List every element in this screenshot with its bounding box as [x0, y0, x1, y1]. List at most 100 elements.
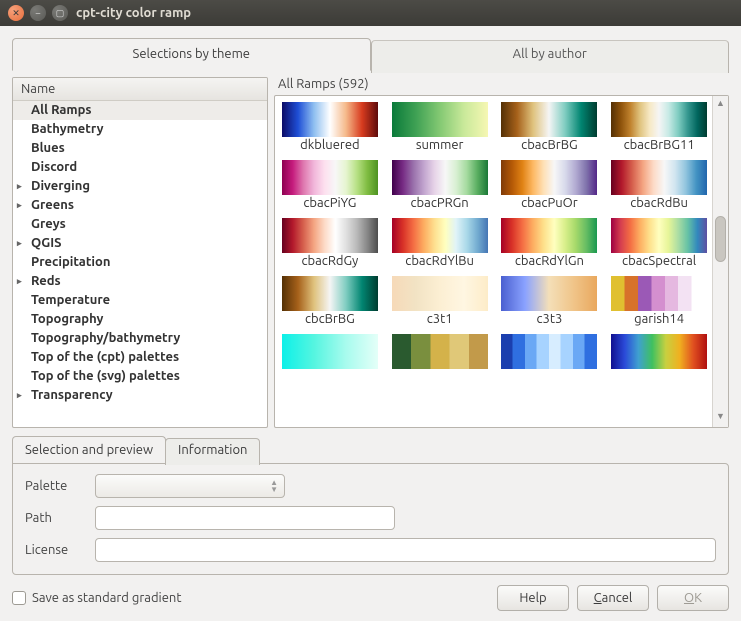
tree-item[interactable]: Temperature	[13, 291, 267, 310]
save-standard-gradient-checkbox[interactable]: Save as standard gradient	[12, 591, 181, 605]
scroll-up-icon[interactable]: ▲	[713, 98, 728, 112]
ramp-item[interactable]: cbacRdYlGn	[499, 218, 601, 274]
ramp-item[interactable]	[608, 334, 710, 376]
tree-item-label: Blues	[31, 140, 65, 157]
tree-item[interactable]: Blues	[13, 139, 267, 158]
ramp-item[interactable]: cbcBrBG	[279, 276, 381, 332]
scroll-thumb[interactable]	[715, 216, 726, 262]
tree-item[interactable]: Discord	[13, 158, 267, 177]
tree-header[interactable]: Name	[13, 78, 267, 101]
ramp-label: cbacRdYlBu	[405, 254, 474, 268]
ramp-item[interactable]: cbacBrBG	[499, 102, 601, 158]
ramp-preview	[392, 276, 488, 311]
ramp-preview	[611, 218, 707, 253]
ramp-item[interactable]: cbacRdBu	[608, 160, 710, 216]
ramp-label: cbacPiYG	[303, 196, 356, 210]
tree-item-label: Diverging	[31, 178, 90, 195]
tree-item[interactable]: ▸Transparency	[13, 386, 267, 405]
ramp-label: cbacSpectral	[622, 254, 696, 268]
ramp-label: cbacPRGn	[411, 196, 469, 210]
ramp-preview	[392, 160, 488, 195]
ramp-item[interactable]	[279, 334, 381, 376]
tree-item-label: Topography/bathymetry	[31, 330, 180, 347]
tree-item[interactable]: ▸Greens	[13, 196, 267, 215]
ramp-item[interactable]: cbacPiYG	[279, 160, 381, 216]
tree-item[interactable]: Top of the (svg) palettes	[13, 367, 267, 386]
ramp-preview	[282, 102, 378, 137]
ramp-grid: dkbluered summer cbacBrBG cbacBrBG11 cbacPiY…	[279, 102, 710, 376]
chevron-right-icon: ▸	[17, 235, 27, 252]
theme-tree: Name All RampsBathymetryBluesDiscord▸Div…	[12, 77, 268, 428]
ramp-preview	[501, 218, 597, 253]
tree-item[interactable]: Top of the (cpt) palettes	[13, 348, 267, 367]
ramp-label: cbacPuOr	[521, 196, 578, 210]
ramp-item[interactable]: c3t1	[389, 276, 491, 332]
minimize-icon[interactable]: –	[30, 5, 46, 21]
ramp-preview	[501, 276, 597, 311]
save-standard-gradient-label: Save as standard gradient	[32, 591, 181, 605]
scroll-down-icon[interactable]: ▼	[713, 411, 728, 425]
grid-title: All Ramps (592)	[274, 77, 729, 95]
chevron-right-icon: ▸	[17, 178, 27, 195]
ramp-item[interactable]: cbacSpectral	[608, 218, 710, 274]
chevron-right-icon: ▸	[17, 387, 27, 404]
titlebar: ✕ – ▢ cpt-city color ramp	[0, 0, 741, 26]
ok-button[interactable]: OK	[657, 585, 729, 611]
ramp-item[interactable]	[389, 334, 491, 376]
tree-item[interactable]: ▸Reds	[13, 272, 267, 291]
chevron-right-icon: ▸	[17, 197, 27, 214]
ramp-item[interactable]: garish14	[608, 276, 710, 332]
tree-item[interactable]: Bathymetry	[13, 120, 267, 139]
ramp-item[interactable]: cbacRdYlBu	[389, 218, 491, 274]
ramp-preview	[501, 160, 597, 195]
tree-item-label: Topography	[31, 311, 103, 328]
tab-all-by-author[interactable]: All by author	[371, 40, 730, 73]
tree-item[interactable]: ▸QGIS	[13, 234, 267, 253]
tree-item[interactable]: Precipitation	[13, 253, 267, 272]
checkbox-icon	[12, 591, 26, 605]
tree-item[interactable]: ▸Diverging	[13, 177, 267, 196]
ramp-preview	[611, 276, 707, 311]
ramp-label: summer	[416, 138, 464, 152]
ramp-label: cbacRdBu	[630, 196, 688, 210]
selection-preview-panel: Palette ▲▼ Path License	[12, 463, 729, 575]
tree-list[interactable]: All RampsBathymetryBluesDiscord▸Divergin…	[13, 101, 267, 427]
maximize-icon[interactable]: ▢	[52, 5, 68, 21]
ramp-label: cbacBrBG	[521, 138, 577, 152]
tree-item[interactable]: All Ramps	[13, 101, 267, 120]
ramp-preview	[611, 334, 707, 369]
tab-selection-preview[interactable]: Selection and preview	[12, 436, 166, 463]
vertical-scrollbar[interactable]: ▲ ▼	[712, 96, 728, 427]
window-controls: ✕ – ▢	[8, 5, 68, 21]
ramp-item[interactable]: dkbluered	[279, 102, 381, 158]
ramp-item[interactable]	[499, 334, 601, 376]
ramp-item[interactable]: c3t3	[499, 276, 601, 332]
tab-selections-by-theme[interactable]: Selections by theme	[12, 38, 371, 71]
ramp-preview	[392, 102, 488, 137]
tab-information[interactable]: Information	[165, 438, 260, 465]
close-icon[interactable]: ✕	[8, 5, 24, 21]
ramp-preview	[282, 276, 378, 311]
tree-item[interactable]: Topography	[13, 310, 267, 329]
ramp-item[interactable]: cbacRdGy	[279, 218, 381, 274]
ramp-label: cbcBrBG	[305, 312, 355, 326]
palette-label: Palette	[25, 479, 85, 493]
cancel-button[interactable]: Cancel	[577, 585, 649, 611]
palette-combo[interactable]: ▲▼	[95, 474, 285, 498]
license-input[interactable]	[95, 538, 716, 562]
tree-item-label: Greens	[31, 197, 74, 214]
tree-item[interactable]: Greys	[13, 215, 267, 234]
ramp-item[interactable]: cbacPuOr	[499, 160, 601, 216]
chevron-updown-icon: ▲▼	[270, 479, 278, 493]
path-input[interactable]	[95, 506, 395, 530]
tree-item-label: Precipitation	[31, 254, 110, 271]
tree-item[interactable]: Topography/bathymetry	[13, 329, 267, 348]
tree-item-label: Temperature	[31, 292, 110, 309]
tree-item-label: Greys	[31, 216, 66, 233]
help-button[interactable]: Help	[497, 585, 569, 611]
ramp-preview	[611, 160, 707, 195]
tree-item-label: Discord	[31, 159, 77, 176]
ramp-item[interactable]: cbacPRGn	[389, 160, 491, 216]
ramp-item[interactable]: summer	[389, 102, 491, 158]
ramp-item[interactable]: cbacBrBG11	[608, 102, 710, 158]
